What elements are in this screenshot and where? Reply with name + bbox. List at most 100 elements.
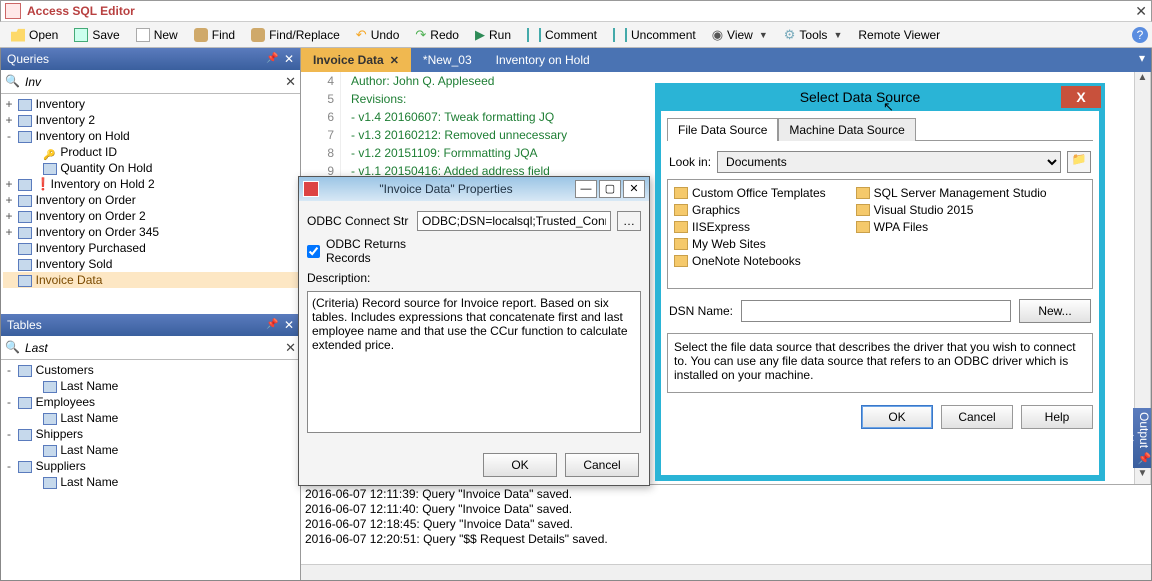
remote-viewer-button[interactable]: Remote Viewer [851, 25, 947, 45]
queries-tree[interactable]: + Inventory+ Inventory 2- Inventory on H… [1, 94, 300, 314]
open-button[interactable]: Open [4, 25, 65, 45]
tables-search: 🔍 ✕ [1, 336, 300, 360]
tree-item[interactable]: - Inventory on Hold [3, 128, 298, 144]
uncomment-button[interactable]: Uncomment [606, 25, 703, 45]
up-directory-icon[interactable]: 📁 [1067, 151, 1091, 173]
horizontal-scrollbar[interactable] [301, 564, 1151, 580]
tree-item[interactable]: + Inventory [3, 96, 298, 112]
save-icon [74, 28, 88, 42]
query-icon [18, 243, 32, 255]
dsn-name-input[interactable] [741, 300, 1011, 322]
scroll-down-icon[interactable]: ▼ [1135, 468, 1150, 484]
tree-item[interactable]: Last Name [3, 442, 298, 458]
find-replace-icon [251, 28, 265, 42]
tree-item[interactable]: Product ID [3, 144, 298, 160]
clear-icon[interactable]: ✕ [285, 74, 296, 90]
tree-item[interactable]: - Employees [3, 394, 298, 410]
tabstrip-dropdown-icon[interactable]: ▾ [1133, 48, 1151, 72]
folder-list[interactable]: Custom Office Templates Graphics IISExpres… [667, 179, 1093, 289]
queries-filter-input[interactable] [25, 75, 281, 89]
tree-item[interactable]: Inventory Sold [3, 256, 298, 272]
properties-ok-button[interactable]: OK [483, 453, 557, 477]
odbc-returns-checkbox[interactable] [307, 245, 320, 258]
tree-item[interactable]: + Inventory on Order 2 [3, 208, 298, 224]
properties-dialog-titlebar[interactable]: "Invoice Data" Properties — ▢ ✕ [299, 177, 649, 201]
eye-icon: ◉ [712, 27, 723, 43]
clear-icon[interactable]: ✕ [285, 340, 296, 356]
help-icon[interactable]: ? [1132, 27, 1148, 43]
close-button[interactable]: ✕ [623, 180, 645, 198]
folder-item[interactable]: WPA Files [856, 220, 1047, 234]
pin-icon[interactable]: 📌 [266, 53, 278, 65]
properties-cancel-button[interactable]: Cancel [565, 453, 639, 477]
editor-tab[interactable]: *New_03 [411, 48, 484, 72]
tree-item[interactable]: Last Name [3, 410, 298, 426]
find-button[interactable]: Find [187, 25, 242, 45]
odbc-connect-input[interactable] [417, 211, 611, 231]
editor-tab[interactable]: Inventory on Hold [484, 48, 602, 72]
tree-item[interactable]: + ❗Inventory on Hold 2 [3, 176, 298, 192]
new-dsn-button[interactable]: New... [1019, 299, 1091, 323]
tab-machine-data-source[interactable]: Machine Data Source [778, 118, 915, 141]
data-source-ok-button[interactable]: OK [861, 405, 933, 429]
odbc-browse-button[interactable]: … [617, 211, 641, 231]
tree-item[interactable]: Quantity On Hold [3, 160, 298, 176]
pin-icon[interactable]: 📌 [266, 319, 278, 331]
data-source-cancel-button[interactable]: Cancel [941, 405, 1013, 429]
cursor-icon: ↖ [883, 99, 894, 115]
tables-tree[interactable]: - Customers Last Name- Employees Last Na… [1, 360, 300, 580]
folder-item[interactable]: IISExpress [674, 220, 826, 234]
folder-item[interactable]: Custom Office Templates [674, 186, 826, 200]
help-text: Select the file data source that describ… [667, 333, 1093, 393]
lookin-select[interactable]: Documents [717, 151, 1061, 173]
window-close-icon[interactable]: ✕ [1135, 3, 1147, 20]
tree-item[interactable]: Last Name [3, 378, 298, 394]
minimize-button[interactable]: — [575, 180, 597, 198]
output-tab[interactable]: Output 📌 ✕ [1133, 408, 1151, 468]
data-source-help-button[interactable]: Help [1021, 405, 1093, 429]
query-icon [18, 227, 32, 239]
folder-item[interactable]: OneNote Notebooks [674, 254, 826, 268]
tree-item[interactable]: - Suppliers [3, 458, 298, 474]
tree-item[interactable]: Invoice Data [3, 272, 298, 288]
tree-item[interactable]: + Inventory on Order [3, 192, 298, 208]
tables-filter-input[interactable] [25, 341, 281, 355]
query-icon [18, 275, 32, 287]
tree-item[interactable]: - Shippers [3, 426, 298, 442]
search-icon: 🔍 [5, 340, 21, 356]
run-button[interactable]: ▶Run [468, 24, 518, 46]
tree-item[interactable]: - Customers [3, 362, 298, 378]
tree-item[interactable]: + Inventory 2 [3, 112, 298, 128]
description-textarea[interactable]: (Criteria) Record source for Invoice rep… [307, 291, 641, 433]
properties-dialog: "Invoice Data" Properties — ▢ ✕ ODBC Con… [298, 176, 650, 486]
app-icon [5, 3, 21, 19]
folder-item[interactable]: Visual Studio 2015 [856, 203, 1047, 217]
find-replace-button[interactable]: Find/Replace [244, 25, 347, 45]
close-panel-icon[interactable]: ✕ [284, 318, 294, 332]
maximize-button[interactable]: ▢ [599, 180, 621, 198]
data-source-titlebar[interactable]: Select Data Source ↖ X [655, 83, 1105, 111]
query-icon [18, 211, 32, 223]
tab-file-data-source[interactable]: File Data Source [667, 118, 778, 141]
folder-item[interactable]: SQL Server Management Studio [856, 186, 1047, 200]
tree-item[interactable]: Inventory Purchased [3, 240, 298, 256]
tools-button[interactable]: ⚙Tools▼ [777, 24, 850, 46]
properties-dialog-title: "Invoice Data" Properties [319, 182, 573, 196]
save-button[interactable]: Save [67, 25, 126, 45]
tree-item[interactable]: + Inventory on Order 345 [3, 224, 298, 240]
folder-item[interactable]: Graphics [674, 203, 826, 217]
table-icon [18, 365, 32, 377]
editor-tab[interactable]: Invoice Data✕ [301, 48, 411, 72]
undo-button[interactable]: ↶Undo [349, 24, 407, 46]
view-button[interactable]: ◉View▼ [705, 24, 775, 46]
close-tab-icon[interactable]: ✕ [390, 54, 399, 67]
folder-item[interactable]: My Web Sites [674, 237, 826, 251]
close-panel-icon[interactable]: ✕ [284, 52, 294, 66]
redo-button[interactable]: ↷Redo [408, 24, 466, 46]
new-button[interactable]: New [129, 25, 185, 45]
tree-item[interactable]: Last Name [3, 474, 298, 490]
comment-button[interactable]: Comment [520, 25, 604, 45]
scroll-up-icon[interactable]: ▲ [1135, 72, 1150, 88]
redo-icon: ↷ [415, 27, 426, 43]
close-button[interactable]: X [1061, 86, 1101, 108]
